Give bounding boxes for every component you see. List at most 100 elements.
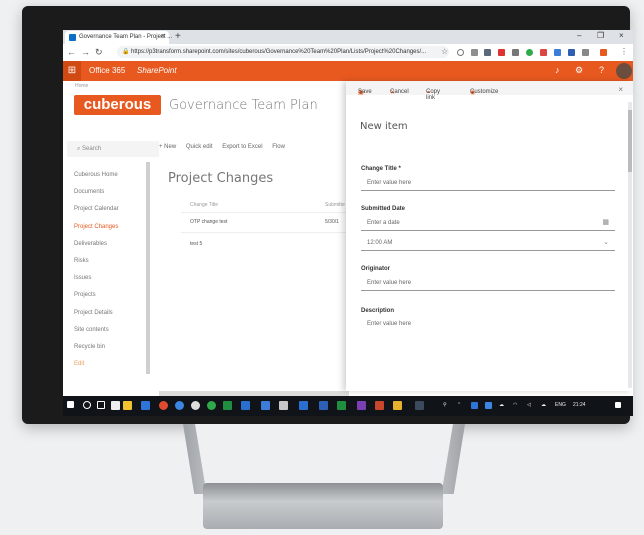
tray-app2-icon[interactable]: [485, 402, 492, 409]
nav-item-projects[interactable]: Projects: [74, 287, 154, 304]
extension-red2-icon[interactable]: [540, 49, 547, 56]
search-input[interactable]: ⌕ Search: [67, 141, 159, 157]
reload-icon[interactable]: ↻: [95, 47, 103, 58]
clock[interactable]: 21:24: [573, 402, 586, 408]
nav-item-risks[interactable]: Risks: [74, 253, 154, 270]
opera-icon[interactable]: [159, 401, 168, 410]
change-title-input[interactable]: Enter value here: [361, 176, 615, 191]
extension-gray2-icon[interactable]: [582, 49, 589, 56]
extension-circle-icon[interactable]: [457, 49, 464, 56]
chrome-icon[interactable]: [191, 401, 200, 410]
excel2-icon[interactable]: [337, 401, 346, 410]
language-indicator[interactable]: ENG: [555, 402, 566, 408]
nav-item-project-calendar[interactable]: Project Calendar: [74, 201, 154, 218]
action-center-icon[interactable]: [615, 402, 621, 408]
edge-icon[interactable]: [175, 401, 184, 410]
whatsapp-icon[interactable]: [207, 401, 216, 410]
menu-kebab-icon[interactable]: ⋮: [620, 47, 628, 56]
flow-button[interactable]: Flow: [272, 144, 285, 150]
maximize-button[interactable]: ❐: [597, 31, 604, 40]
calendar-icon[interactable]: ▦: [602, 216, 609, 230]
list-item-title[interactable]: OTP change test: [190, 219, 227, 225]
nav-item-deliverables[interactable]: Deliverables: [74, 236, 154, 253]
extension-green-icon[interactable]: [526, 49, 533, 56]
taskbar-app-blue-icon[interactable]: [141, 401, 150, 410]
panel-scroll-thumb[interactable]: [628, 110, 632, 172]
excel-icon[interactable]: [223, 401, 232, 410]
submitted-date-label: Submitted Date: [361, 206, 406, 212]
office365-link[interactable]: Office 365: [89, 66, 125, 75]
customize-label: Customize: [470, 89, 499, 95]
outlook-icon[interactable]: [241, 401, 250, 410]
breadcrumb[interactable]: Home: [75, 83, 88, 89]
taskbar-app-dark-icon[interactable]: [415, 401, 424, 410]
volume-icon[interactable]: ◁: [527, 402, 531, 408]
nav-scrollbar[interactable]: [146, 162, 150, 374]
panel-scrollbar[interactable]: [628, 102, 632, 388]
cloud-sync-icon[interactable]: ☁: [541, 402, 546, 408]
mail-icon[interactable]: [279, 401, 288, 410]
network-icon[interactable]: ◠: [513, 402, 517, 408]
onedrive-icon[interactable]: ☁: [499, 402, 504, 408]
chevron-down-icon[interactable]: ⌄: [603, 236, 609, 250]
new-button[interactable]: + New: [159, 144, 176, 150]
file-explorer-icon[interactable]: [123, 401, 132, 410]
settings-gear-icon[interactable]: ⚙: [575, 65, 583, 76]
taskbar-app-yellow-icon[interactable]: [393, 401, 402, 410]
nav-item-recycle-bin[interactable]: Recycle bin: [74, 339, 154, 356]
nav-item-documents[interactable]: Documents: [74, 184, 154, 201]
windows-start-icon[interactable]: [67, 401, 74, 408]
extension-gray-icon[interactable]: [471, 49, 478, 56]
extension-orange-icon[interactable]: [600, 49, 607, 56]
quick-edit-button[interactable]: Quick edit: [186, 144, 213, 150]
star-icon[interactable]: ☆: [441, 47, 448, 56]
extension-blue2-icon[interactable]: [568, 49, 575, 56]
nav-item-cuberous-home[interactable]: Cuberous Home: [74, 167, 154, 184]
stand-base: [203, 483, 443, 529]
close-window-button[interactable]: ×: [619, 31, 624, 40]
nav-item-site-contents[interactable]: Site contents: [74, 322, 154, 339]
site-title[interactable]: Governance Team Plan: [169, 98, 318, 113]
extension-red-icon[interactable]: [498, 49, 505, 56]
minimize-button[interactable]: –: [577, 31, 581, 40]
nav-item-issues[interactable]: Issues: [74, 270, 154, 287]
tray-chevron-up-icon[interactable]: ⌃: [457, 402, 461, 408]
notifications-bell-icon[interactable]: ♪: [555, 65, 560, 75]
time-select[interactable]: 12:00 AM ⌄: [361, 236, 615, 251]
site-logo[interactable]: cuberous: [74, 95, 161, 115]
new-tab-button[interactable]: +: [175, 31, 181, 42]
onenote-icon[interactable]: [357, 401, 366, 410]
date-picker-input[interactable]: Enter a date ▦: [361, 216, 615, 231]
people-icon[interactable]: ⚲: [443, 402, 447, 408]
close-panel-icon[interactable]: ×: [618, 85, 623, 94]
extension-blue-icon[interactable]: [554, 49, 561, 56]
extension-slate-icon[interactable]: [484, 49, 491, 56]
column-header-change-title[interactable]: Change Title: [190, 202, 218, 208]
sharepoint-link[interactable]: SharePoint: [137, 66, 177, 75]
url-field[interactable]: 🔒 https://p3transform.sharepoint.com/sit…: [117, 46, 449, 58]
cancel-label: Cancel: [390, 89, 409, 95]
word-icon[interactable]: [299, 401, 308, 410]
column-header-submitted[interactable]: Submitte: [325, 202, 345, 208]
avatar[interactable]: [616, 63, 632, 79]
taskbar-app-blue2-icon[interactable]: [261, 401, 270, 410]
forward-arrow-icon[interactable]: →: [81, 47, 90, 57]
extension-dark-icon[interactable]: [512, 49, 519, 56]
nav-item-project-details[interactable]: Project Details: [74, 305, 154, 322]
nav-item-project-changes[interactable]: Project Changes: [74, 219, 154, 236]
task-view-icon[interactable]: [97, 401, 105, 409]
powerpoint-icon[interactable]: [375, 401, 384, 410]
export-excel-button[interactable]: Export to Excel: [222, 144, 262, 150]
browser-tab[interactable]: Governance Team Plan - Project ... ×: [65, 31, 172, 44]
help-icon[interactable]: ?: [599, 65, 604, 75]
store-icon[interactable]: [111, 401, 120, 410]
tab-close-icon[interactable]: ×: [161, 33, 165, 40]
list-item-title[interactable]: test 5: [190, 241, 202, 247]
tray-app1-icon[interactable]: [471, 402, 478, 409]
back-arrow-icon[interactable]: ←: [67, 47, 76, 57]
cortana-circle-icon[interactable]: [83, 401, 91, 409]
originator-input[interactable]: Enter value here: [361, 276, 615, 291]
nav-edit-link[interactable]: Edit: [74, 356, 154, 373]
word2-icon[interactable]: [319, 401, 328, 410]
app-launcher-icon[interactable]: ⊞: [63, 61, 81, 81]
